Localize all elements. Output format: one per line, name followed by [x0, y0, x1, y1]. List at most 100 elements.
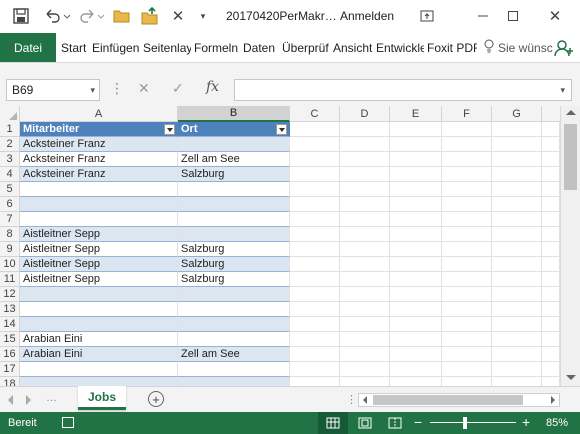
name-box[interactable]: B69 ▾ [6, 79, 100, 101]
row-header[interactable]: 3 [0, 152, 20, 167]
macro-record-icon[interactable] [62, 417, 74, 428]
empty-cell[interactable] [340, 287, 390, 302]
empty-cell[interactable] [442, 122, 492, 137]
empty-cell[interactable] [390, 347, 442, 362]
open-folder-icon[interactable] [110, 5, 134, 27]
empty-cell[interactable] [442, 167, 492, 182]
zoom-slider-thumb[interactable] [463, 417, 467, 429]
empty-cell[interactable] [492, 242, 542, 257]
cell-mitarbeiter[interactable] [20, 182, 178, 197]
empty-cell[interactable] [340, 362, 390, 377]
tab-split-handle-icon[interactable]: ⋮ [346, 393, 357, 406]
row-header[interactable]: 2 [0, 137, 20, 152]
filter-dropdown-icon[interactable] [276, 124, 287, 135]
row-header[interactable]: 10 [0, 257, 20, 272]
column-header-g[interactable]: G [492, 106, 542, 122]
empty-cell[interactable] [542, 152, 560, 167]
empty-cell[interactable] [290, 332, 340, 347]
filter-dropdown-icon[interactable] [164, 124, 175, 135]
empty-cell[interactable] [442, 302, 492, 317]
folder-up-icon[interactable] [139, 5, 161, 27]
empty-cell[interactable] [390, 317, 442, 332]
add-sheet-button[interactable]: + [148, 391, 164, 407]
empty-cell[interactable] [442, 347, 492, 362]
zoom-slider[interactable] [430, 422, 516, 423]
empty-cell[interactable] [542, 167, 560, 182]
empty-cell[interactable] [340, 137, 390, 152]
empty-cell[interactable] [542, 332, 560, 347]
empty-cell[interactable] [492, 122, 542, 137]
empty-cell[interactable] [290, 347, 340, 362]
cell-ort[interactable]: Salzburg [178, 257, 290, 272]
empty-cell[interactable] [390, 212, 442, 227]
cell-mitarbeiter[interactable] [20, 287, 178, 302]
empty-cell[interactable] [290, 377, 340, 386]
empty-cell[interactable] [542, 347, 560, 362]
column-header-c[interactable]: C [290, 106, 340, 122]
expand-formula-icon[interactable]: ▾ [560, 85, 565, 96]
row-header[interactable]: 5 [0, 182, 20, 197]
empty-cell[interactable] [442, 212, 492, 227]
row-header[interactable]: 13 [0, 302, 20, 317]
empty-cell[interactable] [442, 182, 492, 197]
empty-cell[interactable] [340, 122, 390, 137]
empty-cell[interactable] [290, 227, 340, 242]
cell-ort[interactable] [178, 137, 290, 152]
column-header-h[interactable] [542, 106, 560, 122]
tab-start[interactable]: Start [61, 33, 89, 62]
empty-cell[interactable] [492, 257, 542, 272]
empty-cell[interactable] [290, 242, 340, 257]
empty-cell[interactable] [442, 197, 492, 212]
empty-cell[interactable] [290, 287, 340, 302]
tab-formulas[interactable]: Formeln [194, 33, 240, 62]
window-close-icon[interactable]: ✕ [542, 5, 568, 27]
empty-cell[interactable] [542, 182, 560, 197]
empty-cell[interactable] [390, 287, 442, 302]
empty-cell[interactable] [390, 122, 442, 137]
empty-cell[interactable] [390, 242, 442, 257]
empty-cell[interactable] [542, 362, 560, 377]
cell-ort[interactable] [178, 377, 290, 386]
empty-cell[interactable] [340, 272, 390, 287]
empty-cell[interactable] [290, 362, 340, 377]
cell-mitarbeiter[interactable] [20, 377, 178, 386]
empty-cell[interactable] [442, 317, 492, 332]
zoom-out-icon[interactable]: − [414, 414, 422, 430]
empty-cell[interactable] [390, 197, 442, 212]
row-header[interactable]: 9 [0, 242, 20, 257]
maximize-icon[interactable] [500, 5, 526, 27]
empty-cell[interactable] [290, 317, 340, 332]
empty-cell[interactable] [492, 362, 542, 377]
empty-cell[interactable] [290, 152, 340, 167]
horizontal-scroll-thumb[interactable] [373, 395, 523, 405]
confirm-entry-icon[interactable]: ✓ [172, 80, 184, 97]
empty-cell[interactable] [542, 317, 560, 332]
tab-review[interactable]: Überprüf [282, 33, 330, 62]
empty-cell[interactable] [492, 212, 542, 227]
empty-cell[interactable] [390, 167, 442, 182]
zoom-level[interactable]: 85% [546, 417, 568, 429]
empty-cell[interactable] [290, 212, 340, 227]
empty-cell[interactable] [340, 317, 390, 332]
sheet-prev-icon[interactable] [8, 395, 13, 405]
empty-cell[interactable] [442, 257, 492, 272]
cell-ort[interactable] [178, 362, 290, 377]
empty-cell[interactable] [442, 272, 492, 287]
row-header[interactable]: 8 [0, 227, 20, 242]
empty-cell[interactable] [492, 287, 542, 302]
empty-cell[interactable] [290, 137, 340, 152]
redo-icon[interactable] [78, 5, 108, 27]
empty-cell[interactable] [390, 332, 442, 347]
save-icon[interactable] [10, 5, 32, 27]
empty-cell[interactable] [492, 272, 542, 287]
empty-cell[interactable] [390, 377, 442, 386]
cell-ort[interactable] [178, 332, 290, 347]
empty-cell[interactable] [340, 152, 390, 167]
header-cell-ort[interactable]: Ort [178, 122, 290, 137]
tell-me-search[interactable]: Sie wünsc [484, 33, 553, 62]
ribbon-display-options-icon[interactable] [414, 5, 440, 27]
empty-cell[interactable] [492, 197, 542, 212]
customize-qat-icon[interactable]: ▾ [196, 5, 210, 27]
empty-cell[interactable] [340, 182, 390, 197]
empty-cell[interactable] [340, 227, 390, 242]
